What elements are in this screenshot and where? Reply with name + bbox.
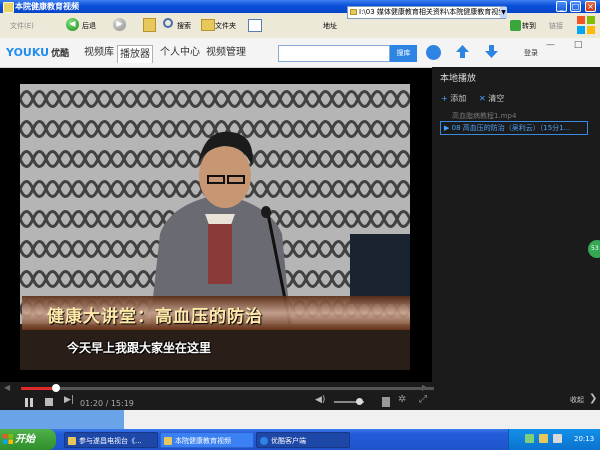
- next-icon[interactable]: ▶|: [64, 395, 74, 405]
- folders-icon[interactable]: [201, 19, 215, 31]
- playlist-icon[interactable]: [382, 397, 390, 407]
- time-display: 01:20 / 15:19: [80, 399, 134, 408]
- player-window-buttons[interactable]: — □ ×: [546, 40, 600, 50]
- video-subtitle: 今天早上我跟大家坐在这里: [67, 341, 212, 355]
- address-value: I:\03 媒体健康教育相关资料\本院健康教育视频: [359, 8, 506, 16]
- volume-knob[interactable]: [356, 398, 363, 405]
- volume-tray-icon[interactable]: [553, 434, 562, 443]
- app-icon: [68, 437, 76, 445]
- taskbar-item[interactable]: 本院健康教育视频: [160, 432, 254, 448]
- tab-video-library[interactable]: 视频库: [82, 44, 116, 62]
- back-icon[interactable]: ◀: [66, 18, 79, 31]
- seek-handle[interactable]: [52, 384, 60, 392]
- stop-icon[interactable]: [45, 398, 53, 406]
- file-menu[interactable]: 文件(E): [10, 21, 34, 31]
- clock: 20:13: [574, 435, 595, 443]
- status-progress: [0, 410, 124, 429]
- taskbar-item[interactable]: 优酷客户端: [256, 432, 350, 448]
- address-label: 地址: [323, 22, 337, 30]
- youku-icon: [260, 437, 268, 445]
- maximize-button[interactable]: □: [570, 1, 581, 12]
- minimize-button[interactable]: _: [556, 1, 567, 12]
- address-field[interactable]: I:\03 媒体健康教育相关资料\本院健康教育视频: [347, 6, 506, 19]
- search-input[interactable]: [278, 45, 390, 62]
- x-icon: ✕: [479, 94, 486, 103]
- forward-icon[interactable]: ▶: [113, 18, 126, 31]
- close-button[interactable]: ×: [585, 1, 596, 12]
- search-button[interactable]: 搜库: [390, 45, 417, 62]
- login-link[interactable]: 登录: [524, 48, 538, 58]
- youku-logo: YOUKU 优酷: [6, 46, 70, 59]
- tab-personal-center[interactable]: 个人中心: [158, 44, 202, 62]
- chevron-down-icon[interactable]: ▼: [500, 7, 507, 18]
- playlist-item-active[interactable]: ▶ 08 高血压的防治（吴利云）（15分1...: [440, 121, 588, 135]
- folder-icon: [3, 2, 14, 13]
- back-button[interactable]: 后退: [82, 21, 96, 31]
- plus-icon: +: [441, 94, 448, 103]
- playlist-item[interactable]: 高血脂病教程1.mp4: [452, 111, 516, 121]
- rewind-icon[interactable]: ◀: [4, 383, 10, 392]
- playlist-title: 本地播放: [440, 74, 477, 84]
- settings-icon[interactable]: ✲: [398, 394, 406, 405]
- collapse-list-button[interactable]: 收起: [570, 395, 584, 405]
- folder-icon: [164, 437, 172, 445]
- search-icon[interactable]: [163, 18, 173, 28]
- seek-progress: [21, 387, 56, 390]
- window-title-bar: 本院健康教育视频 _ □ ×: [0, 0, 600, 13]
- fullscreen-icon[interactable]: ⤢: [419, 394, 427, 405]
- seek-bar[interactable]: [21, 387, 434, 390]
- tray-icon[interactable]: [525, 434, 534, 443]
- play-icon: ▶: [444, 124, 452, 132]
- go-icon[interactable]: [510, 20, 521, 31]
- taskbar-item[interactable]: 参与遂昌电视台《...: [64, 432, 158, 448]
- go-button[interactable]: 转到: [522, 21, 536, 31]
- floating-bubble[interactable]: 53: [588, 240, 600, 258]
- up-folder-icon[interactable]: [143, 18, 156, 32]
- windows-logo-icon: [3, 434, 13, 444]
- window-title: 本院健康教育视频: [15, 2, 79, 11]
- music-icon[interactable]: [426, 45, 441, 60]
- chevron-right-icon[interactable]: ❯: [589, 393, 597, 404]
- folder-icon: [350, 9, 357, 15]
- upload-icon[interactable]: [455, 44, 470, 59]
- tray-icon[interactable]: [539, 434, 548, 443]
- add-button[interactable]: + 添加: [441, 93, 466, 104]
- start-button[interactable]: 开始: [0, 429, 56, 450]
- pause-icon[interactable]: [30, 398, 33, 407]
- windows-logo-icon: [577, 16, 595, 34]
- status-strip: [0, 410, 600, 429]
- search-button[interactable]: 搜索: [177, 21, 191, 31]
- tab-video-management[interactable]: 视频管理: [204, 44, 248, 62]
- pause-icon[interactable]: [25, 398, 28, 407]
- tab-player[interactable]: 播放器: [117, 45, 153, 63]
- folders-button[interactable]: 文件夹: [215, 21, 236, 31]
- links-button[interactable]: 链接: [549, 21, 563, 31]
- volume-icon[interactable]: ◀): [315, 395, 325, 405]
- views-icon[interactable]: [248, 19, 262, 32]
- video-caption-title: 健康大讲堂：高血压的防治: [47, 307, 263, 327]
- clear-button[interactable]: ✕ 清空: [479, 93, 504, 104]
- download-icon[interactable]: [484, 44, 499, 59]
